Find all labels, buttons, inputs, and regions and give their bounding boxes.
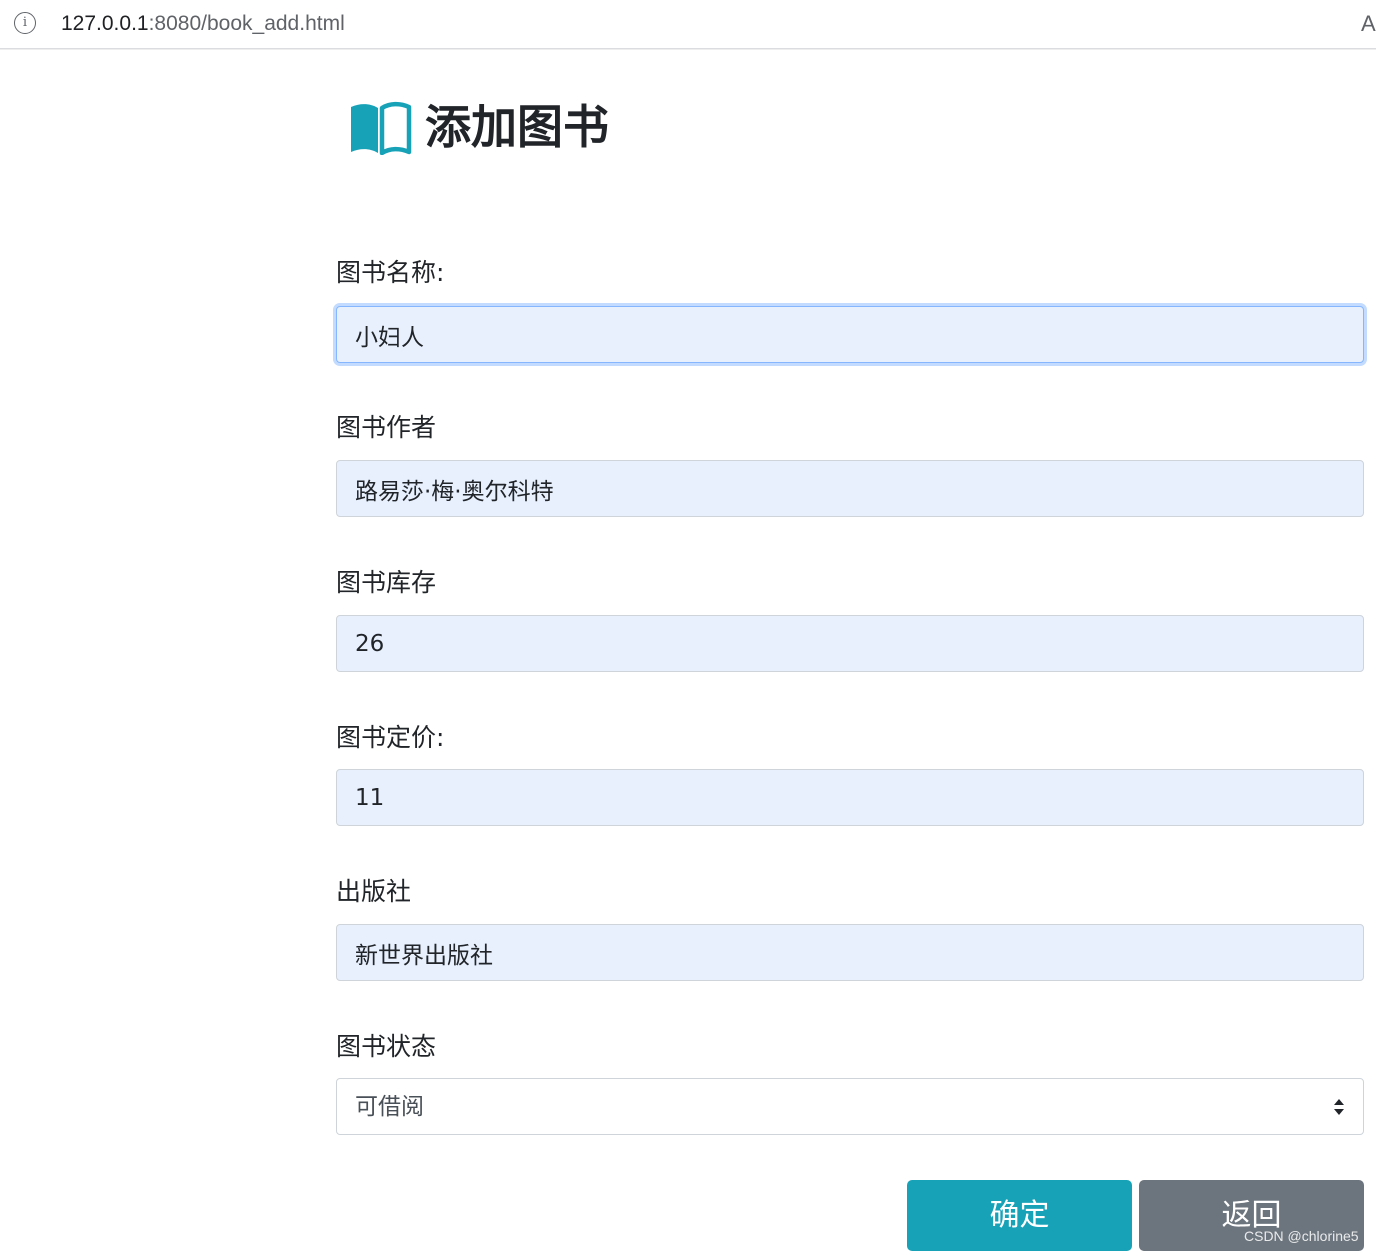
book-status-select[interactable]: 可借阅 xyxy=(336,1078,1364,1135)
page-title: 添加图书 xyxy=(425,100,609,154)
book-name-label: 图书名称: xyxy=(336,258,445,287)
confirm-button[interactable]: 确定 xyxy=(907,1180,1132,1251)
url-path: :8080/book_add.html xyxy=(148,12,345,35)
book-author-label: 图书作者 xyxy=(336,413,437,442)
book-open-icon xyxy=(351,101,412,155)
book-stock-label: 图书库存 xyxy=(336,568,437,597)
publisher-input[interactable] xyxy=(336,924,1364,981)
reader-mode-icon[interactable]: A xyxy=(1361,10,1376,38)
browser-address-bar: i 127.0.0.1:8080/book_add.html A xyxy=(0,0,1376,49)
book-author-input[interactable] xyxy=(336,460,1364,517)
publisher-label: 出版社 xyxy=(336,877,412,906)
url-field[interactable]: 127.0.0.1:8080/book_add.html xyxy=(61,11,345,37)
site-info-icon[interactable]: i xyxy=(14,12,36,34)
select-sort-icon xyxy=(1334,1099,1344,1115)
book-status-label: 图书状态 xyxy=(336,1032,437,1061)
url-host: 127.0.0.1 xyxy=(61,12,149,35)
csdn-watermark: CSDN @chlorine5 xyxy=(1244,1228,1359,1244)
book-name-input[interactable] xyxy=(336,306,1364,363)
book-price-input[interactable] xyxy=(336,769,1364,826)
book-price-label: 图书定价: xyxy=(336,723,445,752)
book-status-selected: 可借阅 xyxy=(355,1094,424,1120)
book-stock-input[interactable] xyxy=(336,615,1364,672)
